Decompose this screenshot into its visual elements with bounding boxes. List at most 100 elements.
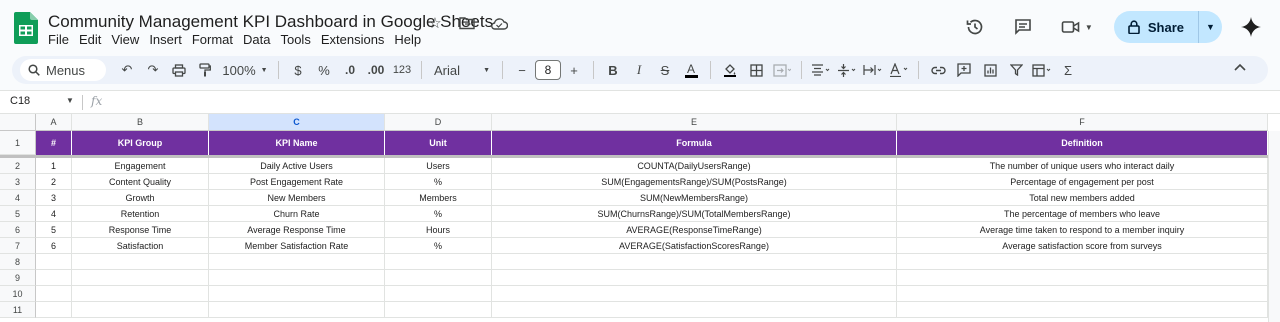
cell-c5[interactable]: Churn Rate — [209, 206, 385, 222]
functions-icon[interactable]: Σ — [1057, 58, 1079, 82]
column-header-b[interactable]: B — [72, 114, 209, 131]
cell-a8[interactable] — [36, 254, 72, 270]
text-color-icon[interactable]: A — [680, 58, 702, 82]
cell-c10[interactable] — [209, 286, 385, 302]
cell-b3[interactable]: Content Quality — [72, 174, 209, 190]
cell-c4[interactable]: New Members — [209, 190, 385, 206]
header-cell[interactable]: KPI Group — [72, 131, 209, 155]
search-menus-button[interactable]: Menus — [20, 59, 106, 81]
filter-icon[interactable] — [1005, 58, 1027, 82]
cell-e5[interactable]: SUM(ChurnsRange)/SUM(TotalMembersRange) — [492, 206, 897, 222]
menu-extensions[interactable]: Extensions — [321, 32, 391, 47]
cell-c9[interactable] — [209, 270, 385, 286]
chevron-down-icon[interactable]: ▼ — [66, 96, 74, 105]
column-header-a[interactable]: A — [36, 114, 72, 131]
cell-e8[interactable] — [492, 254, 897, 270]
cell-a9[interactable] — [36, 270, 72, 286]
zoom-select[interactable]: 100% ▼ — [220, 58, 270, 82]
row-header-4[interactable]: 4 — [0, 190, 36, 206]
undo-icon[interactable]: ↶ — [116, 58, 138, 82]
cell-c8[interactable] — [209, 254, 385, 270]
horizontal-align-icon[interactable] — [810, 58, 832, 82]
collapse-toolbar-icon[interactable] — [1234, 60, 1246, 74]
cell-f5[interactable]: The percentage of members who leave — [897, 206, 1268, 222]
redo-icon[interactable]: ↷ — [142, 58, 164, 82]
cell-f10[interactable] — [897, 286, 1268, 302]
cloud-status-icon[interactable] — [488, 12, 510, 34]
cell-f7[interactable]: Average satisfaction score from surveys — [897, 238, 1268, 254]
filter-views-icon[interactable] — [1031, 58, 1053, 82]
cell-e9[interactable] — [492, 270, 897, 286]
cell-f9[interactable] — [897, 270, 1268, 286]
cell-b4[interactable]: Growth — [72, 190, 209, 206]
cell-d10[interactable] — [385, 286, 492, 302]
insert-chart-icon[interactable] — [979, 58, 1001, 82]
text-rotation-icon[interactable] — [888, 58, 910, 82]
star-icon[interactable]: ☆ — [424, 12, 446, 34]
cell-c6[interactable]: Average Response Time — [209, 222, 385, 238]
menu-data[interactable]: Data — [243, 32, 276, 47]
header-cell[interactable]: Unit — [385, 131, 492, 155]
print-icon[interactable] — [168, 58, 190, 82]
cell-e11[interactable] — [492, 302, 897, 318]
select-all-corner[interactable] — [0, 114, 36, 131]
percent-format-button[interactable]: % — [313, 58, 335, 82]
cell-d5[interactable]: % — [385, 206, 492, 222]
comments-button[interactable] — [1006, 10, 1040, 44]
version-history-button[interactable] — [958, 10, 992, 44]
menu-format[interactable]: Format — [192, 32, 239, 47]
cell-b5[interactable]: Retention — [72, 206, 209, 222]
cell-a11[interactable] — [36, 302, 72, 318]
cell-f11[interactable] — [897, 302, 1268, 318]
cell-e3[interactable]: SUM(EngagementsRange)/SUM(PostsRange) — [492, 174, 897, 190]
row-header-9[interactable]: 9 — [0, 270, 36, 286]
cell-a5[interactable]: 4 — [36, 206, 72, 222]
number-format-button[interactable]: 123 — [391, 58, 413, 82]
column-header-d[interactable]: D — [385, 114, 492, 131]
cell-e6[interactable]: AVERAGE(ResponseTimeRange) — [492, 222, 897, 238]
insert-link-icon[interactable] — [927, 58, 949, 82]
cell-a10[interactable] — [36, 286, 72, 302]
formula-input[interactable] — [112, 95, 1262, 111]
column-header-c[interactable]: C — [209, 114, 385, 131]
row-header-5[interactable]: 5 — [0, 206, 36, 222]
cell-e2[interactable]: COUNTA(DailyUsersRange) — [492, 158, 897, 174]
cell-a3[interactable]: 2 — [36, 174, 72, 190]
cell-f2[interactable]: The number of unique users who interact … — [897, 158, 1268, 174]
row-header-6[interactable]: 6 — [0, 222, 36, 238]
cell-d7[interactable]: % — [385, 238, 492, 254]
fill-color-icon[interactable] — [719, 58, 741, 82]
cell-d2[interactable]: Users — [385, 158, 492, 174]
column-header-e[interactable]: E — [492, 114, 897, 131]
cell-b2[interactable]: Engagement — [72, 158, 209, 174]
row-header-7[interactable]: 7 — [0, 238, 36, 254]
cell-d11[interactable] — [385, 302, 492, 318]
cell-f8[interactable] — [897, 254, 1268, 270]
strikethrough-icon[interactable]: S — [654, 58, 676, 82]
cell-c2[interactable]: Daily Active Users — [209, 158, 385, 174]
spreadsheet-grid[interactable]: A B C D E F 1 2 3 4 5 6 7 8 9 10 11 # KPI Group KPI Name Uni… — [0, 114, 1280, 322]
row-header-3[interactable]: 3 — [0, 174, 36, 190]
decrease-decimal-button[interactable]: .0 — [339, 58, 361, 82]
menu-edit[interactable]: Edit — [79, 32, 107, 47]
sheets-logo-icon[interactable] — [14, 12, 38, 44]
font-select[interactable]: Arial ▼ — [430, 58, 494, 82]
move-folder-icon[interactable] — [456, 12, 478, 34]
menu-insert[interactable]: Insert — [149, 32, 188, 47]
cell-f6[interactable]: Average time taken to respond to a membe… — [897, 222, 1268, 238]
row-header-1[interactable]: 1 — [0, 131, 36, 155]
cell-f4[interactable]: Total new members added — [897, 190, 1268, 206]
cell-d8[interactable] — [385, 254, 492, 270]
share-button[interactable]: Share — [1114, 11, 1198, 43]
name-box[interactable]: C18 — [10, 95, 30, 107]
increase-font-size-button[interactable]: + — [563, 58, 585, 82]
cell-b11[interactable] — [72, 302, 209, 318]
cell-c3[interactable]: Post Engagement Rate — [209, 174, 385, 190]
row-header-11[interactable]: 11 — [0, 302, 36, 318]
italic-icon[interactable]: I — [628, 58, 650, 82]
row-header-10[interactable]: 10 — [0, 286, 36, 302]
menu-tools[interactable]: Tools — [280, 32, 316, 47]
cell-a7[interactable]: 6 — [36, 238, 72, 254]
bold-icon[interactable]: B — [602, 58, 624, 82]
cell-b7[interactable]: Satisfaction — [72, 238, 209, 254]
